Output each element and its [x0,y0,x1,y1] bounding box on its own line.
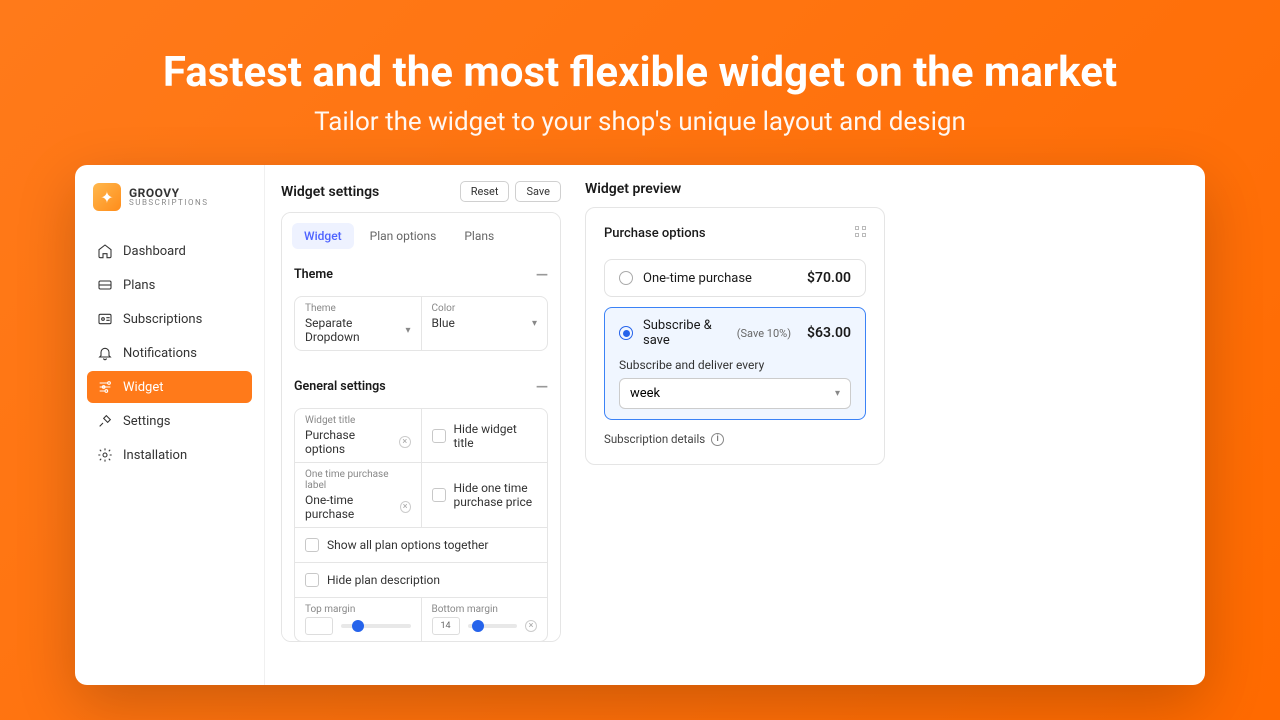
deliver-label: Subscribe and deliver every [619,358,851,372]
subscription-details-link[interactable]: Subscription details i [604,432,866,446]
bottom-margin-slider[interactable] [468,624,518,628]
preview-heading: Widget preview [585,181,681,197]
logo: ✦ GROOVY SUBSCRIPTIONS [87,183,252,211]
tools-icon [97,413,113,429]
hero-subtitle: Tailor the widget to your shop's unique … [20,107,1260,137]
widget-title-input[interactable]: Widget title Purchase options× [295,409,422,462]
reset-button[interactable]: Reset [460,181,510,202]
app-window: ✦ GROOVY SUBSCRIPTIONS Dashboard Plans S… [75,165,1205,685]
subscribe-price: $63.00 [807,325,851,341]
content-area: Widget settings Reset Save Widget Plan o… [265,165,1205,685]
home-icon [97,243,113,259]
expand-icon[interactable] [855,226,866,237]
sidebar-item-label: Widget [123,380,163,395]
theme-label: Theme [305,303,411,314]
bell-icon [97,345,113,361]
theme-heading: Theme [294,267,333,282]
color-select[interactable]: Color Blue▾ [422,297,548,350]
sidebar-item-label: Settings [123,414,170,429]
clear-icon[interactable]: × [525,620,537,632]
option-subscribe[interactable]: Subscribe & save (Save 10%) $63.00 Subsc… [604,307,866,420]
radio-one-time[interactable] [619,271,633,285]
preview-card: Purchase options One-time purchase $70.0… [585,207,885,465]
hide-one-time-checkbox[interactable] [432,488,446,502]
tab-plan-options[interactable]: Plan options [358,223,449,249]
gear-icon [97,447,113,463]
sidebar-item-label: Subscriptions [123,312,202,327]
sidebar-item-label: Dashboard [123,244,186,259]
sidebar: ✦ GROOVY SUBSCRIPTIONS Dashboard Plans S… [75,165,265,685]
tab-widget[interactable]: Widget [292,223,354,249]
logo-mark-icon: ✦ [93,183,121,211]
clear-icon[interactable]: × [400,501,411,513]
hide-desc-checkbox[interactable] [305,573,319,587]
hero-title: Fastest and the most flexible widget on … [20,48,1260,97]
info-icon: i [711,433,724,446]
general-heading: General settings [294,379,386,394]
bottom-margin-value[interactable]: 14 [432,617,460,635]
sidebar-item-subscriptions[interactable]: Subscriptions [87,303,252,335]
collapse-icon[interactable]: — [536,377,548,396]
sliders-icon [97,379,113,395]
save-button[interactable]: Save [515,181,561,202]
hide-widget-title-checkbox[interactable] [432,429,446,443]
settings-card: Widget Plan options Plans Theme — Theme … [281,212,561,642]
chevron-down-icon: ▾ [532,318,537,329]
color-label: Color [432,303,538,314]
logo-text-2: SUBSCRIPTIONS [129,199,208,207]
tray-icon [97,277,113,293]
sidebar-item-notifications[interactable]: Notifications [87,337,252,369]
interval-select[interactable]: week ▾ [619,378,851,409]
one-time-label-input[interactable]: One time purchase label One-time purchas… [295,463,422,527]
sidebar-item-label: Notifications [123,346,197,361]
sidebar-item-plans[interactable]: Plans [87,269,252,301]
sidebar-item-installation[interactable]: Installation [87,439,252,471]
sidebar-item-settings[interactable]: Settings [87,405,252,437]
save-badge: (Save 10%) [737,327,791,340]
theme-select[interactable]: Theme Separate Dropdown▾ [295,297,422,350]
radio-subscribe[interactable] [619,326,633,340]
top-margin-value[interactable] [305,617,333,635]
sidebar-item-label: Installation [123,448,187,463]
id-icon [97,311,113,327]
show-all-checkbox[interactable] [305,538,319,552]
option-one-time[interactable]: One-time purchase $70.00 [604,259,866,297]
clear-icon[interactable]: × [399,436,410,448]
chevron-down-icon: ▾ [835,388,840,399]
sidebar-item-label: Plans [123,278,155,293]
top-margin-slider[interactable] [341,624,411,628]
settings-column: Widget settings Reset Save Widget Plan o… [281,181,561,669]
purchase-options-title: Purchase options [604,226,706,241]
tab-plans[interactable]: Plans [452,223,506,249]
settings-heading: Widget settings [281,184,379,200]
sidebar-item-widget[interactable]: Widget [87,371,252,403]
chevron-down-icon: ▾ [405,325,410,336]
hero-banner: Fastest and the most flexible widget on … [0,0,1280,165]
sidebar-item-dashboard[interactable]: Dashboard [87,235,252,267]
preview-column: Widget preview Purchase options One-time… [585,181,1189,669]
collapse-icon[interactable]: — [536,265,548,284]
one-time-price: $70.00 [807,270,851,286]
